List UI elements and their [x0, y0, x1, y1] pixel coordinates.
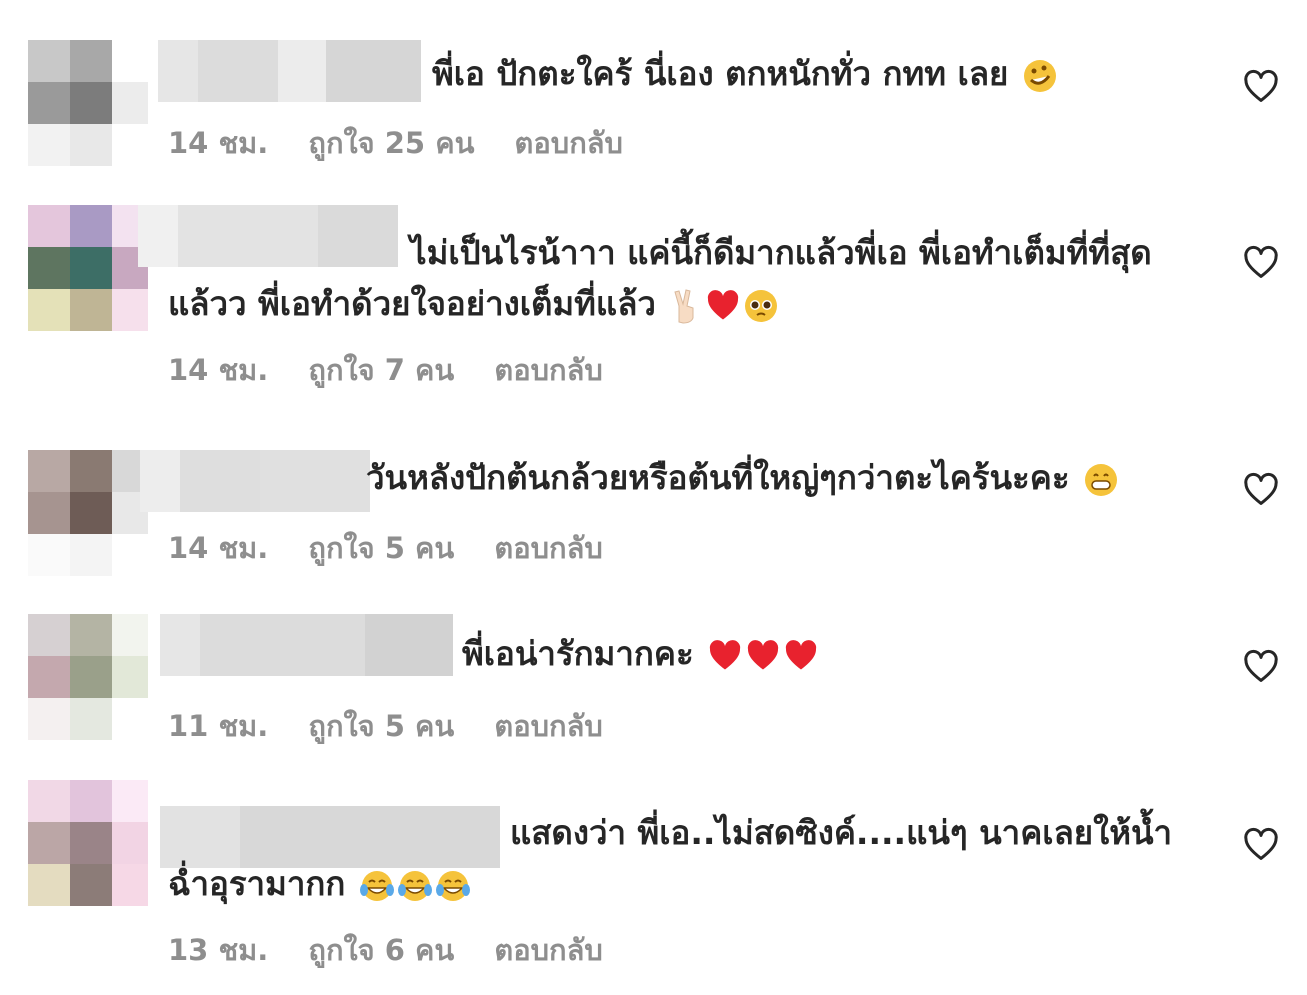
tears-of-joy-emoji	[397, 870, 432, 901]
rofl-emoji	[1023, 59, 1056, 92]
victory-hand-emoji	[674, 288, 694, 324]
tears-of-joy-emoji	[359, 870, 394, 901]
avatar[interactable]	[28, 450, 148, 576]
tears-of-joy-emoji	[435, 870, 470, 901]
reply-button[interactable]: ตอบกลับ	[515, 126, 623, 160]
reply-button[interactable]: ตอบกลับ	[494, 933, 602, 967]
like-heart-icon[interactable]	[1242, 648, 1280, 686]
avatar[interactable]	[28, 780, 148, 906]
red-heart-emoji	[710, 639, 741, 669]
avatar[interactable]	[28, 40, 148, 166]
comment-likes[interactable]: ถูกใจ 5 คน	[308, 709, 454, 743]
red-heart-emoji	[786, 639, 817, 669]
avatar[interactable]	[28, 205, 148, 331]
reply-button[interactable]: ตอบกลับ	[494, 709, 602, 743]
username-redacted[interactable]	[158, 40, 421, 102]
like-heart-icon[interactable]	[1242, 471, 1280, 509]
like-heart-icon[interactable]	[1242, 826, 1280, 864]
comment-likes[interactable]: ถูกใจ 6 คน	[308, 933, 454, 967]
comment-likes[interactable]: ถูกใจ 7 คน	[308, 353, 454, 387]
comment-time: 14 ชม.	[168, 353, 269, 387]
comment-likes[interactable]: ถูกใจ 25 คน	[308, 126, 474, 160]
comment-text: พี่เอ ปักตะใคร้ นี่เอง ตกหนักทั่ว กทท เล…	[432, 48, 1197, 99]
comment-time: 13 ชม.	[168, 933, 269, 967]
comment-text: วันหลังปักต้นกล้วยหรือต้นที่ใหญ่ๆกว่าตะไ…	[366, 452, 1197, 503]
comment-text: พี่เอน่ารักมากคะ	[462, 628, 1197, 679]
pleading-face-emoji	[745, 289, 778, 322]
comment-text: แสดงว่า พี่เอ..ไม่สดซิงค์....แน่ๆ นาคเลย…	[168, 813, 1173, 903]
comment-time: 14 ชม.	[168, 126, 269, 160]
username-redacted[interactable]	[140, 450, 370, 512]
comment-time: 14 ชม.	[168, 531, 269, 565]
red-heart-emoji	[708, 289, 739, 319]
like-heart-icon[interactable]	[1242, 244, 1280, 282]
comment-text: ไม่เป็นไรน้าาา แค่นี้ก็ดีมากแล้วพี่เอ พี…	[168, 233, 1152, 324]
reply-button[interactable]: ตอบกลับ	[494, 353, 602, 387]
avatar[interactable]	[28, 614, 148, 740]
red-heart-emoji	[748, 639, 779, 669]
comment-time: 11 ชม.	[168, 709, 269, 743]
username-redacted[interactable]	[160, 614, 453, 676]
comment-likes[interactable]: ถูกใจ 5 คน	[308, 531, 454, 565]
like-heart-icon[interactable]	[1242, 68, 1280, 106]
grinning-face-emoji	[1085, 463, 1118, 496]
reply-button[interactable]: ตอบกลับ	[494, 531, 602, 565]
